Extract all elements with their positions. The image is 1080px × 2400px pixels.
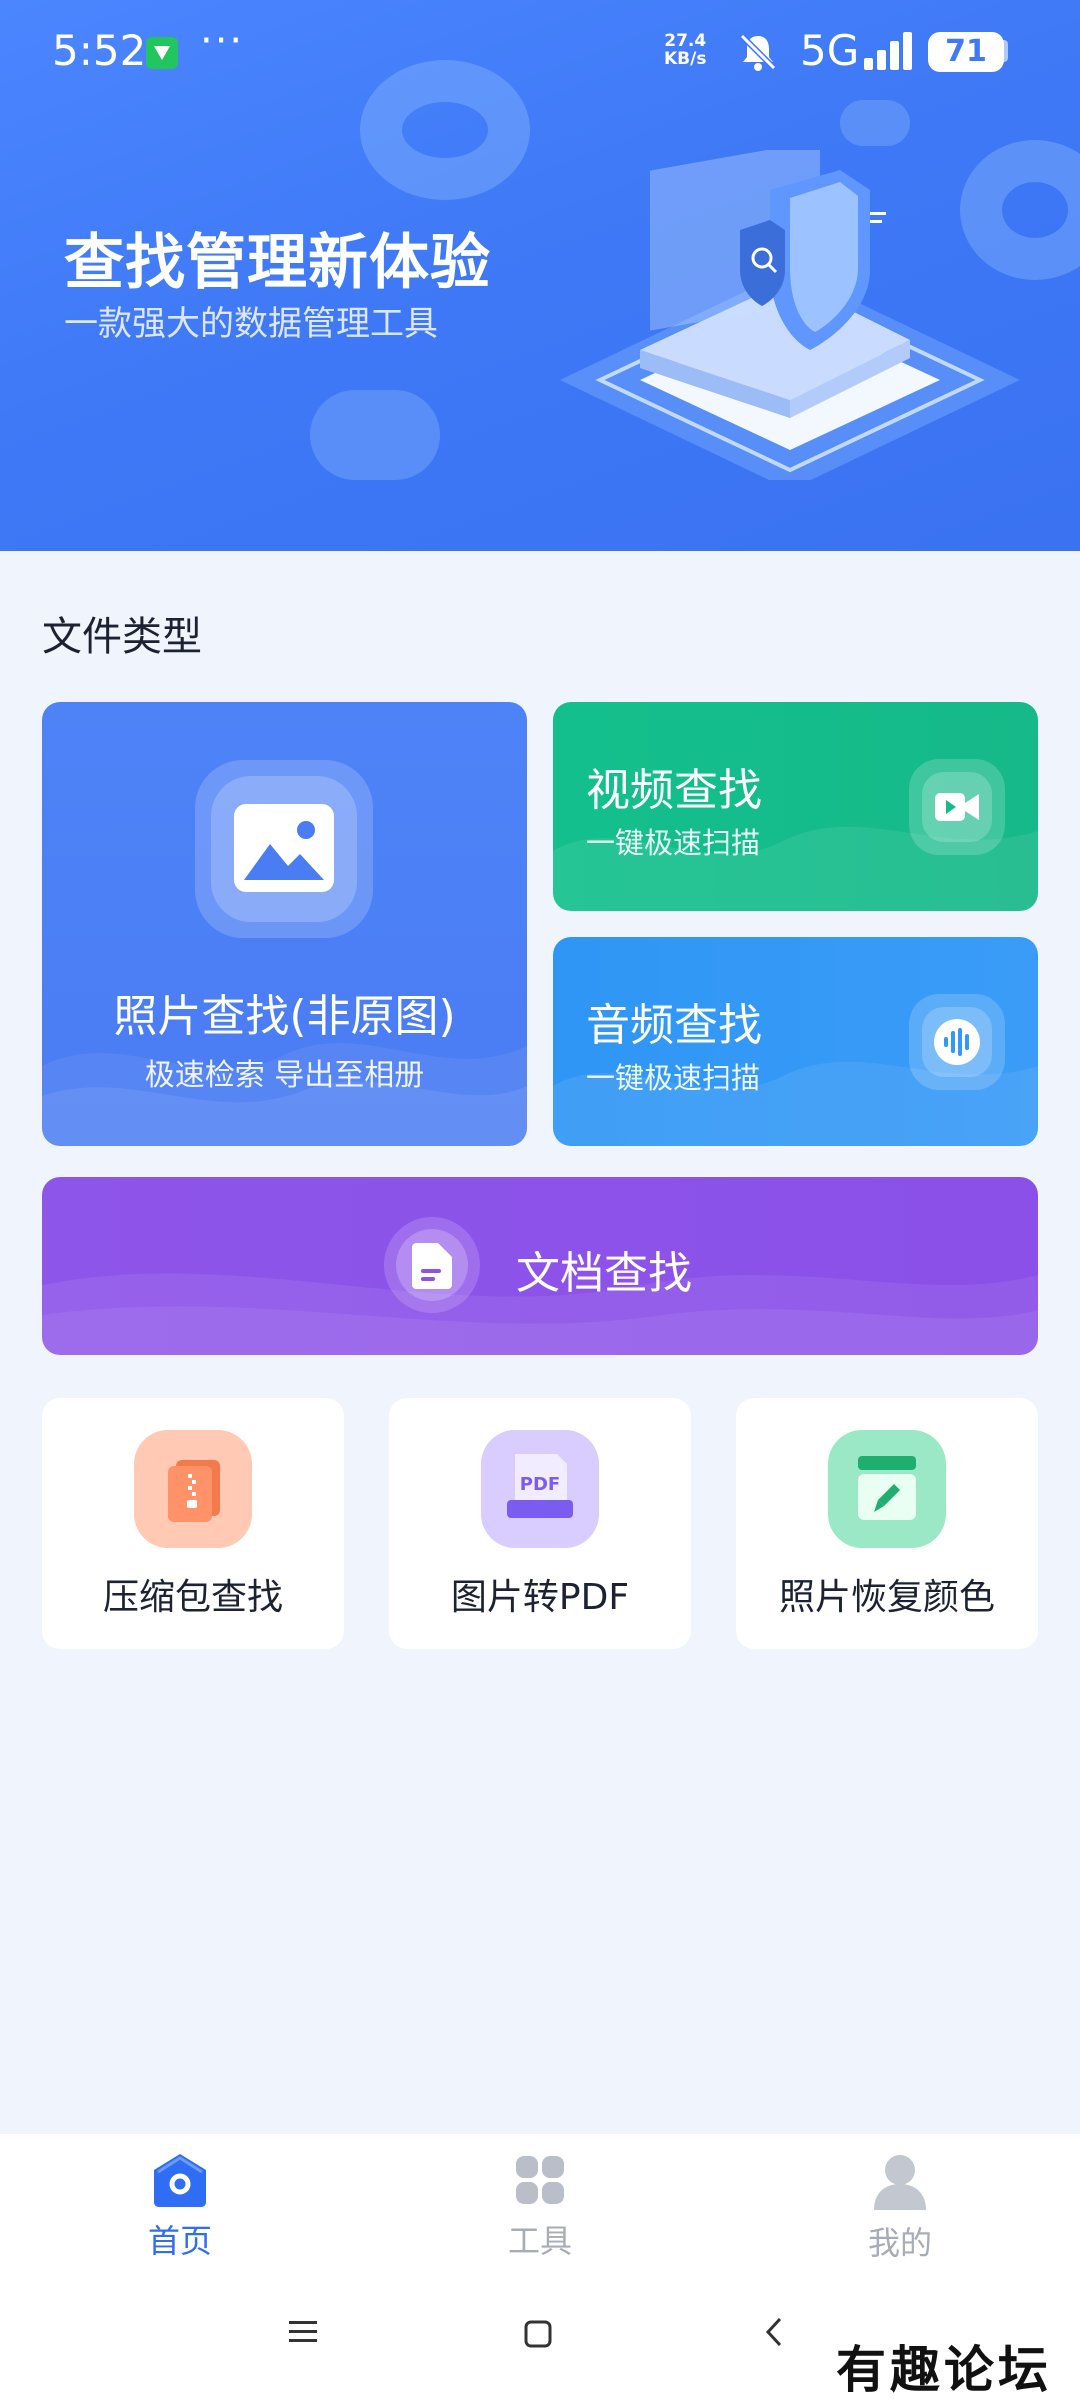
network-speed-value: 27.4 bbox=[664, 31, 707, 51]
home-square-icon[interactable] bbox=[524, 2320, 552, 2348]
home-icon bbox=[154, 2154, 206, 2207]
watermark-text: 有趣论坛 bbox=[836, 2340, 1052, 2399]
network-speed: 27.4 KB/s bbox=[664, 32, 706, 68]
tool-image-to-pdf-label: 图片转PDF bbox=[450, 1577, 630, 1618]
zip-icon bbox=[134, 1430, 252, 1548]
nav-tools[interactable]: 工具 bbox=[440, 2150, 640, 2280]
more-notifications-icon: ··· bbox=[200, 18, 245, 64]
document-icon-badge bbox=[384, 1217, 480, 1313]
back-icon[interactable] bbox=[762, 2316, 786, 2348]
status-bar: 5:52 ··· 27.4 KB/s 5G 71 bbox=[0, 0, 1080, 104]
tool-photo-color-restore[interactable]: 照片恢复颜色 bbox=[736, 1398, 1038, 1649]
recent-apps-icon[interactable] bbox=[288, 2318, 318, 2346]
audio-search-subtitle: 一键极速扫描 bbox=[586, 1061, 761, 1095]
photo-search-subtitle: 极速检索 导出至相册 bbox=[144, 1058, 425, 1093]
network-speed-unit: KB/s bbox=[664, 49, 707, 69]
document-icon bbox=[412, 1243, 452, 1289]
section-title-file-types: 文件类型 bbox=[42, 614, 202, 660]
video-search-title: 视频查找 bbox=[586, 765, 762, 816]
bell-muted-icon bbox=[739, 33, 777, 71]
status-time: 5:52 bbox=[52, 26, 147, 75]
tool-zip-search[interactable]: 压缩包查找 bbox=[42, 1398, 344, 1649]
audio-icon-badge bbox=[909, 994, 1005, 1090]
color-restore-icon bbox=[828, 1430, 946, 1548]
audio-wave-icon bbox=[934, 1019, 980, 1065]
photo-icon-badge bbox=[195, 760, 373, 938]
battery-icon: 71 bbox=[928, 32, 1004, 72]
image-icon bbox=[234, 804, 334, 892]
header-banner: 5:52 ··· 27.4 KB/s 5G 71 查找管理新体验 一款强大的数据… bbox=[0, 0, 1080, 551]
video-search-card[interactable]: 视频查找 一键极速扫描 bbox=[553, 702, 1038, 911]
decor-cloud bbox=[840, 100, 910, 146]
audio-search-card[interactable]: 音频查找 一键极速扫描 bbox=[553, 937, 1038, 1146]
nav-me[interactable]: 我的 bbox=[800, 2150, 1000, 2280]
network-type: 5G bbox=[800, 26, 860, 75]
battery-cap bbox=[998, 40, 1008, 62]
grid-icon bbox=[516, 2156, 564, 2204]
decor-cloud bbox=[310, 390, 440, 480]
nav-home-label: 首页 bbox=[147, 2222, 212, 2260]
nav-home[interactable]: 首页 bbox=[80, 2150, 280, 2280]
app-notification-icon bbox=[146, 37, 178, 69]
photo-search-card[interactable]: 照片查找(非原图) 极速检索 导出至相册 bbox=[42, 702, 527, 1146]
signal-icon bbox=[864, 32, 912, 70]
photo-search-title: 照片查找(非原图) bbox=[113, 991, 456, 1042]
video-search-subtitle: 一键极速扫描 bbox=[586, 826, 761, 860]
pdf-icon: PDF bbox=[481, 1430, 599, 1548]
banner-title: 查找管理新体验 bbox=[64, 228, 491, 298]
user-icon bbox=[874, 2155, 926, 2210]
video-camera-icon bbox=[935, 793, 979, 821]
audio-search-title: 音频查找 bbox=[586, 1000, 762, 1051]
video-icon-badge bbox=[909, 759, 1005, 855]
banner-subtitle: 一款强大的数据管理工具 bbox=[64, 304, 438, 344]
nav-me-label: 我的 bbox=[867, 2224, 932, 2262]
bottom-navigation: 首页 工具 我的 bbox=[0, 2134, 1080, 2282]
pdf-icon-text: PDF bbox=[520, 1474, 560, 1495]
document-search-title: 文档查找 bbox=[516, 1248, 692, 1299]
document-search-card[interactable]: 文档查找 bbox=[42, 1177, 1038, 1355]
tool-photo-color-restore-label: 照片恢复颜色 bbox=[778, 1577, 995, 1618]
tool-zip-search-label: 压缩包查找 bbox=[102, 1577, 283, 1618]
nav-tools-label: 工具 bbox=[507, 2222, 572, 2260]
security-shield-illustration bbox=[560, 150, 1020, 480]
tool-image-to-pdf[interactable]: PDF 图片转PDF bbox=[389, 1398, 691, 1649]
